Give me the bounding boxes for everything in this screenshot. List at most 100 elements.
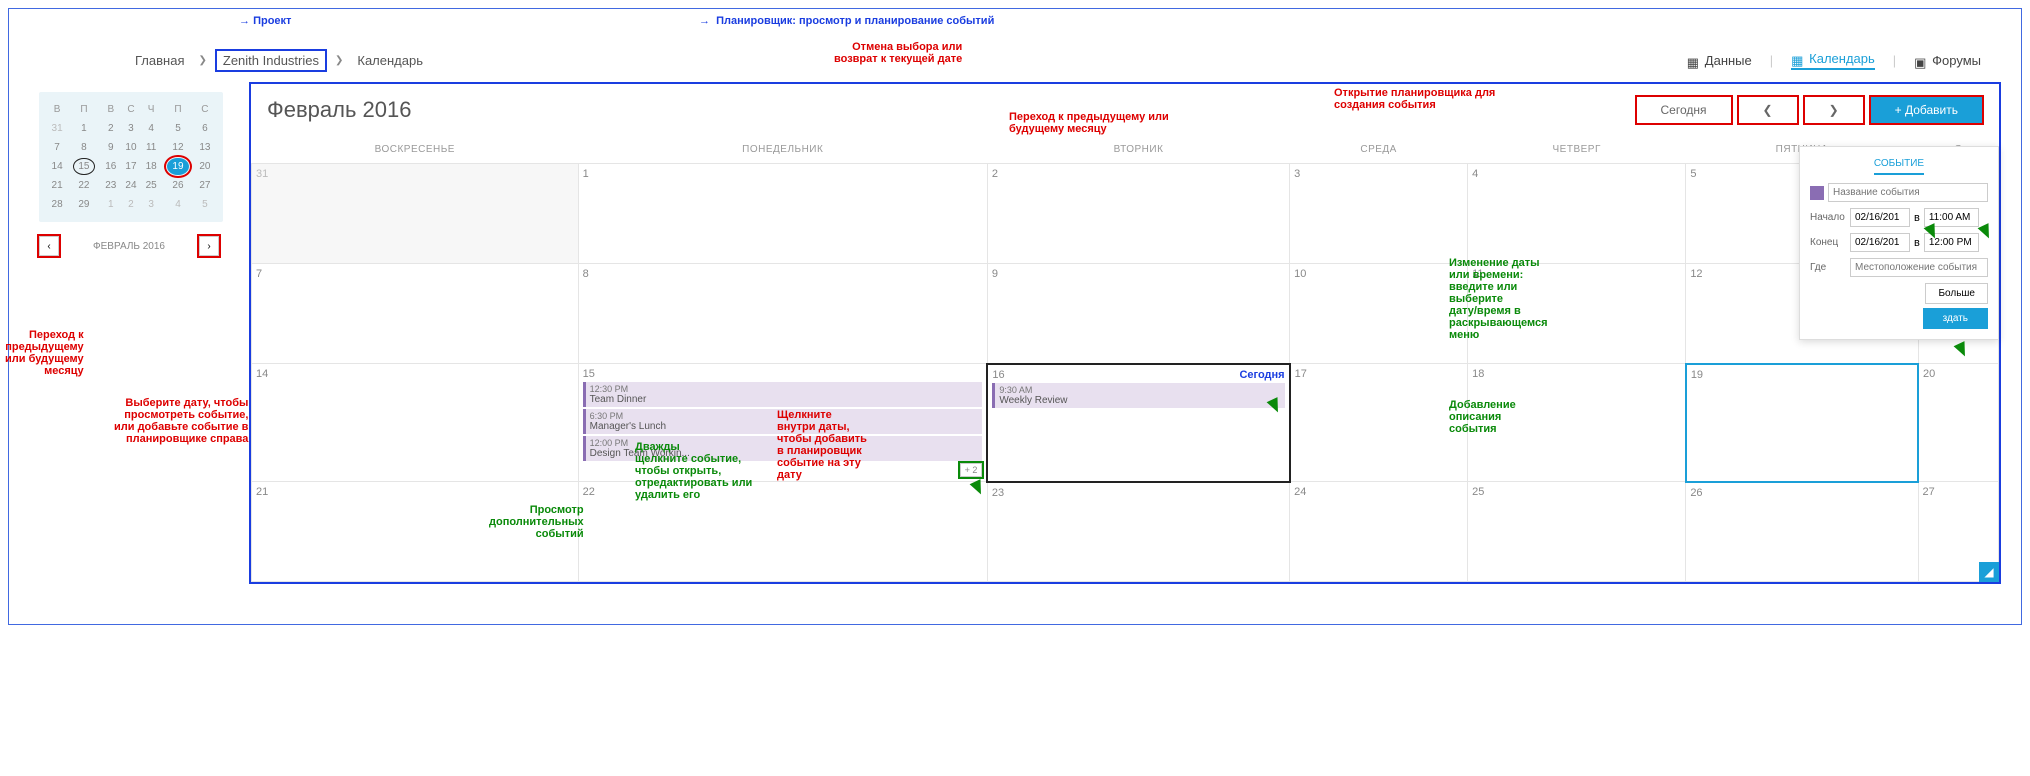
chevron-right-icon: ❯ [198, 55, 206, 66]
end-label: Конец [1810, 237, 1846, 248]
mini-day-cell[interactable]: 13 [195, 138, 215, 157]
ann-click-date: Щелкните внутри даты, чтобы добавить в п… [777, 409, 867, 481]
mini-day-cell[interactable]: 28 [47, 195, 67, 214]
mini-day-cell[interactable]: 31 [47, 119, 67, 138]
where-label: Где [1810, 262, 1846, 273]
bc-calendar[interactable]: Календарь [351, 51, 429, 70]
mini-day-cell[interactable]: 16 [101, 157, 121, 176]
day-cell[interactable]: 17 [1290, 364, 1468, 482]
nav-calendar[interactable]: ▦Календарь [1791, 51, 1875, 70]
mini-day-cell[interactable]: 21 [47, 176, 67, 195]
day-cell[interactable]: 10 [1290, 264, 1468, 364]
more-events-badge[interactable]: + 2 [960, 463, 983, 477]
mini-day-cell[interactable]: 4 [161, 195, 195, 214]
at-label: в [1914, 212, 1920, 224]
mini-day-cell[interactable]: 7 [47, 138, 67, 157]
mini-day-cell[interactable]: 1 [67, 119, 101, 138]
mini-day-cell[interactable]: 17 [121, 157, 141, 176]
ann-dblclick: Дважды щелкните событие, чтобы открыть, … [635, 441, 752, 501]
mini-cal-month: ФЕВРАЛЬ 2016 [93, 241, 165, 252]
day-cell[interactable]: 14 [252, 364, 579, 482]
mini-day-cell[interactable]: 24 [121, 176, 141, 195]
top-nav: ▦Данные | ▦Календарь | ▣Форумы [1687, 51, 1981, 70]
mini-dow-cell: В [47, 100, 67, 119]
mini-prev-button[interactable]: ‹ [39, 236, 59, 256]
nav-data[interactable]: ▦Данные [1687, 53, 1752, 68]
dow-header: ВОСКРЕСЕНЬЕ [252, 136, 579, 164]
mini-calendar: ВПВСЧПС 31123456789101112131415161718192… [39, 92, 223, 222]
bc-project[interactable]: Zenith Industries [215, 49, 327, 72]
event-name-input[interactable] [1828, 183, 1988, 202]
bc-home[interactable]: Главная [129, 51, 190, 70]
mini-day-cell[interactable]: 4 [141, 119, 161, 138]
event-color-swatch[interactable] [1810, 186, 1824, 200]
day-cell[interactable]: 2 [987, 164, 1289, 264]
ann-open-planner: Открытие планировщика для создания событ… [1334, 87, 1495, 111]
mini-next-button[interactable]: › [199, 236, 219, 256]
mini-day-cell[interactable]: 27 [195, 176, 215, 195]
mini-day-cell[interactable]: 19 [161, 157, 195, 176]
day-cell[interactable]: 1 [578, 164, 987, 264]
day-cell[interactable]: 8 [578, 264, 987, 364]
add-event-button[interactable]: + Добавить [1870, 96, 1983, 124]
mini-day-cell[interactable]: 5 [161, 119, 195, 138]
event-tab[interactable]: СОБЫТИЕ [1874, 158, 1924, 175]
more-button[interactable]: Больше [1925, 283, 1988, 304]
mini-day-cell[interactable]: 2 [101, 119, 121, 138]
start-date-input[interactable] [1850, 208, 1910, 227]
today-button[interactable]: Сегодня [1636, 96, 1732, 124]
mini-day-cell[interactable]: 23 [101, 176, 121, 195]
mini-day-cell[interactable]: 14 [47, 157, 67, 176]
event-item[interactable]: 9:30 AMWeekly Review [992, 383, 1284, 408]
mini-day-cell[interactable]: 26 [161, 176, 195, 195]
mini-day-cell[interactable]: 18 [141, 157, 161, 176]
day-cell[interactable]: 23 [987, 482, 1289, 582]
mini-day-cell[interactable]: 25 [141, 176, 161, 195]
day-cell[interactable]: 26 [1686, 482, 1918, 582]
nav-forums[interactable]: ▣Форумы [1914, 53, 1981, 68]
mini-day-cell[interactable]: 2 [121, 195, 141, 214]
mini-dow-cell: П [161, 100, 195, 119]
mini-day-cell[interactable]: 3 [121, 119, 141, 138]
mini-day-cell[interactable]: 11 [141, 138, 161, 157]
mini-day-cell[interactable]: 8 [67, 138, 101, 157]
mini-day-cell[interactable]: 12 [161, 138, 195, 157]
next-month-button[interactable]: ❯ [1804, 96, 1864, 124]
day-cell[interactable]: 9 [987, 264, 1289, 364]
calendar-icon: ▦ [1791, 53, 1805, 65]
day-cell[interactable]: 7 [252, 264, 579, 364]
ann-add-desc: Добавление описания события [1449, 399, 1516, 435]
day-cell[interactable]: 24 [1290, 482, 1468, 582]
mini-day-cell[interactable]: 29 [67, 195, 101, 214]
dow-header: ЧЕТВЕРГ [1468, 136, 1686, 164]
mini-day-cell[interactable]: 3 [141, 195, 161, 214]
forums-icon: ▣ [1914, 55, 1928, 67]
day-cell[interactable]: 31 [252, 164, 579, 264]
event-item[interactable]: 12:30 PMTeam Dinner [583, 382, 983, 407]
mini-cal-nav: ‹ ФЕВРАЛЬ 2016 › [39, 236, 219, 256]
ann-more-events: Просмотр дополнительных событий [489, 504, 584, 540]
event-panel: СОБЫТИЕ Начало в Конец в [1799, 146, 1999, 340]
mini-day-cell[interactable]: 22 [67, 176, 101, 195]
mini-day-cell[interactable]: 9 [101, 138, 121, 157]
mini-day-cell[interactable]: 5 [195, 195, 215, 214]
day-cell[interactable]: 25 [1468, 482, 1686, 582]
day-cell[interactable]: 19 [1686, 364, 1918, 482]
mini-day-cell[interactable]: 15 [67, 157, 101, 176]
ann-select-date: Выберите дату, чтобы просмотреть событие… [114, 397, 248, 445]
calendar-controls: Сегодня ❮ ❯ + Добавить [1636, 96, 1984, 124]
mini-day-cell[interactable]: 20 [195, 157, 215, 176]
create-button[interactable]: здать [1923, 308, 1988, 329]
mini-day-cell[interactable]: 6 [195, 119, 215, 138]
mini-day-cell[interactable]: 1 [101, 195, 121, 214]
day-cell[interactable]: 4 [1468, 164, 1686, 264]
mini-dow-cell: С [121, 100, 141, 119]
corner-badge[interactable]: ◢ [1979, 562, 1999, 582]
end-date-input[interactable] [1850, 233, 1910, 252]
prev-month-button[interactable]: ❮ [1738, 96, 1798, 124]
day-cell[interactable]: 3 [1290, 164, 1468, 264]
day-cell[interactable]: 20 [1918, 364, 1999, 482]
mini-day-cell[interactable]: 10 [121, 138, 141, 157]
day-cell[interactable]: 16Сегодня9:30 AMWeekly Review [987, 364, 1289, 482]
location-input[interactable] [1850, 258, 1988, 277]
